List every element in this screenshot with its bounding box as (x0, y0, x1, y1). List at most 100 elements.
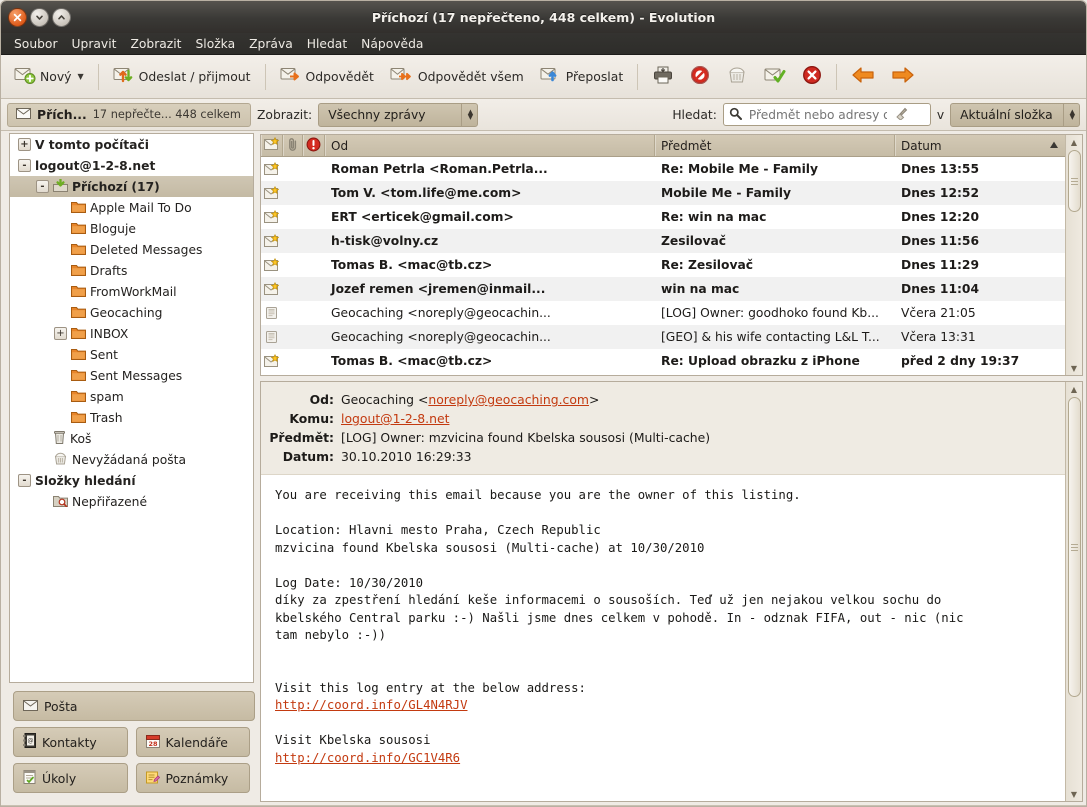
unread-mail-icon[interactable] (261, 210, 283, 224)
menu-slozka[interactable]: Složka (188, 35, 242, 53)
unread-mail-icon[interactable] (261, 162, 283, 176)
back-button[interactable] (844, 61, 882, 92)
body-url-link[interactable]: http://coord.info/GC1V4R6 (275, 751, 460, 765)
unread-mail-icon[interactable] (261, 186, 283, 200)
folder-tree-item[interactable]: Sent Messages (10, 365, 253, 386)
message-row[interactable]: Jozef remen <jremen@inmail... win na mac D… (261, 277, 1065, 301)
scroll-up-icon[interactable]: ▲ (1071, 135, 1077, 149)
forward-button[interactable]: Přeposlat (533, 62, 631, 91)
folder-tree-item[interactable]: Apple Mail To Do (10, 197, 253, 218)
message-row[interactable]: Geocaching <noreply@geocachin... [LOG] Ow… (261, 301, 1065, 325)
unread-mail-icon[interactable] (261, 354, 283, 368)
message-row[interactable]: Tomas B. <mac@tb.cz> Re: Upload obrazku z… (261, 349, 1065, 373)
current-folder-chip[interactable]: Přích... 17 nepřečte... 448 celkem (7, 102, 251, 127)
folder-tree-item[interactable]: Geocaching (10, 302, 253, 323)
reply-button[interactable]: Odpovědět (273, 62, 381, 91)
header-email-link[interactable]: logout@1-2-8.net (341, 411, 449, 426)
show-filter-dropdown[interactable]: Všechny zprávy ▲ ▼ (318, 102, 479, 127)
collapse-icon[interactable]: - (18, 159, 31, 172)
folder-tree-item[interactable]: FromWorkMail (10, 281, 253, 302)
delete-button[interactable] (795, 61, 829, 92)
message-row[interactable]: ERT <erticek@gmail.com> Re: win na mac Dne… (261, 205, 1065, 229)
unread-mail-icon[interactable] (261, 234, 283, 248)
folder-tree-item[interactable]: + INBOX (10, 323, 253, 344)
new-button[interactable]: Nový ▼ (7, 62, 91, 91)
minimize-icon[interactable] (30, 7, 49, 27)
folder-tree-item[interactable]: Nepřiřazené (10, 491, 253, 512)
sidebar-item-mail[interactable]: Pošta (13, 691, 255, 721)
folder-tree-item[interactable]: - logout@1-2-8.net (10, 155, 253, 176)
message-row[interactable]: Roman Petrla <Roman.Petrla... Re: Mobile … (261, 157, 1065, 181)
column-header-att[interactable] (283, 135, 303, 156)
search-field-wrap[interactable] (722, 103, 931, 126)
folder-tree-item[interactable]: Trash (10, 407, 253, 428)
sidebar-item-contacts[interactable]: @ Kontakty (13, 727, 128, 757)
read-mail-icon[interactable] (261, 306, 283, 320)
collapse-icon[interactable]: - (18, 474, 31, 487)
message-row[interactable]: Tom V. <tom.life@me.com> Mobile Me - Fami… (261, 181, 1065, 205)
spinner-arrows-icon[interactable]: ▲ ▼ (460, 103, 473, 126)
search-scope-dropdown[interactable]: Aktuální složka ▲ ▼ (950, 102, 1080, 127)
column-header-subject[interactable]: Předmět (655, 135, 895, 156)
sidebar-item-calendar[interactable]: 28 Kalendáře (135, 727, 250, 757)
folder-tree-item[interactable]: - Příchozí (17) (10, 176, 253, 197)
folder-tree-item[interactable]: Sent (10, 344, 253, 365)
unread-mail-icon[interactable] (261, 258, 283, 272)
message-body[interactable]: You are receiving this email because you… (261, 475, 1065, 801)
folder-tree-item[interactable]: Koš (10, 428, 253, 449)
junk-button[interactable] (683, 61, 717, 92)
scroll-up-icon[interactable]: ▲ (1071, 382, 1077, 396)
body-link-line[interactable]: http://coord.info/GC1V4R6 (275, 750, 1051, 768)
read-mail-icon[interactable] (261, 330, 283, 344)
folder-tree-item[interactable]: Drafts (10, 260, 253, 281)
message-row[interactable]: Tomas B. <mac@tb.cz> Re: Zesilovač Dnes 11… (261, 253, 1065, 277)
body-url-link[interactable]: http://coord.info/GL4N4RJV (275, 698, 468, 712)
body-link-line[interactable]: http://coord.info/GL4N4RJV (275, 697, 1051, 715)
folder-tree-item[interactable]: Deleted Messages (10, 239, 253, 260)
mark-read-button[interactable] (757, 62, 793, 91)
spinner-arrows-icon[interactable]: ▲ ▼ (1062, 103, 1075, 126)
menu-napoveda[interactable]: Nápověda (354, 35, 430, 53)
search-input[interactable] (746, 106, 889, 123)
message-list-scrollbar[interactable]: ▲ ▼ (1065, 135, 1082, 375)
message-row[interactable]: Geocaching <noreply@geocachin... [GEO] & … (261, 325, 1065, 349)
forward-nav-button[interactable] (884, 61, 922, 92)
expand-icon[interactable]: + (54, 327, 67, 340)
print-button[interactable] (645, 61, 681, 92)
scroll-down-icon[interactable]: ▼ (1071, 787, 1077, 801)
folder-tree-item[interactable]: - Složky hledání (10, 470, 253, 491)
scrollbar-thumb[interactable] (1067, 397, 1081, 697)
maximize-icon[interactable] (52, 7, 71, 27)
message-list-header[interactable]: Od Předmět Datum (261, 135, 1065, 157)
header-email-link[interactable]: noreply@geocaching.com (428, 392, 589, 407)
collapse-icon[interactable]: - (36, 180, 49, 193)
column-header-flag[interactable] (261, 135, 283, 156)
folder-tree-item[interactable]: + V tomto počítači (10, 134, 253, 155)
sidebar-item-memos[interactable]: Poznámky (135, 763, 250, 793)
send-receive-button[interactable]: Odeslat / přijmout (106, 62, 258, 91)
scrollbar-thumb[interactable] (1067, 150, 1081, 212)
menu-upravit[interactable]: Upravit (65, 35, 124, 53)
folder-tree-item[interactable]: Bloguje (10, 218, 253, 239)
sidebar-item-tasks[interactable]: Úkoly (13, 763, 128, 793)
folder-tree-item[interactable]: spam (10, 386, 253, 407)
menu-soubor[interactable]: Soubor (7, 35, 65, 53)
sort-ascending-icon[interactable] (1049, 139, 1059, 153)
scroll-down-icon[interactable]: ▼ (1071, 361, 1077, 375)
not-junk-button[interactable] (719, 61, 755, 92)
menu-hledat[interactable]: Hledat (300, 35, 354, 53)
folder-tree-item[interactable]: Nevyžádaná pošta (10, 449, 253, 470)
unread-mail-icon[interactable] (261, 282, 283, 296)
message-row[interactable]: h-tisk@volny.cz Zesilovač Dnes 11:56 (261, 229, 1065, 253)
menu-zobrazit[interactable]: Zobrazit (123, 35, 188, 53)
message-rows[interactable]: Roman Petrla <Roman.Petrla... Re: Mobile … (261, 157, 1065, 375)
column-header-date[interactable]: Datum (895, 135, 1065, 156)
folder-tree[interactable]: + V tomto počítači - logout@1-2-8.net - Přích… (9, 133, 254, 683)
column-header-from[interactable]: Od (325, 135, 655, 156)
clear-search-icon[interactable] (894, 106, 908, 123)
reply-all-button[interactable]: Odpovědět všem (383, 62, 531, 91)
preview-scrollbar[interactable]: ▲ ▼ (1065, 382, 1082, 801)
menu-zprava[interactable]: Zpráva (242, 35, 300, 53)
chevron-down-icon[interactable]: ▼ (78, 72, 84, 81)
column-header-imp[interactable] (303, 135, 325, 156)
